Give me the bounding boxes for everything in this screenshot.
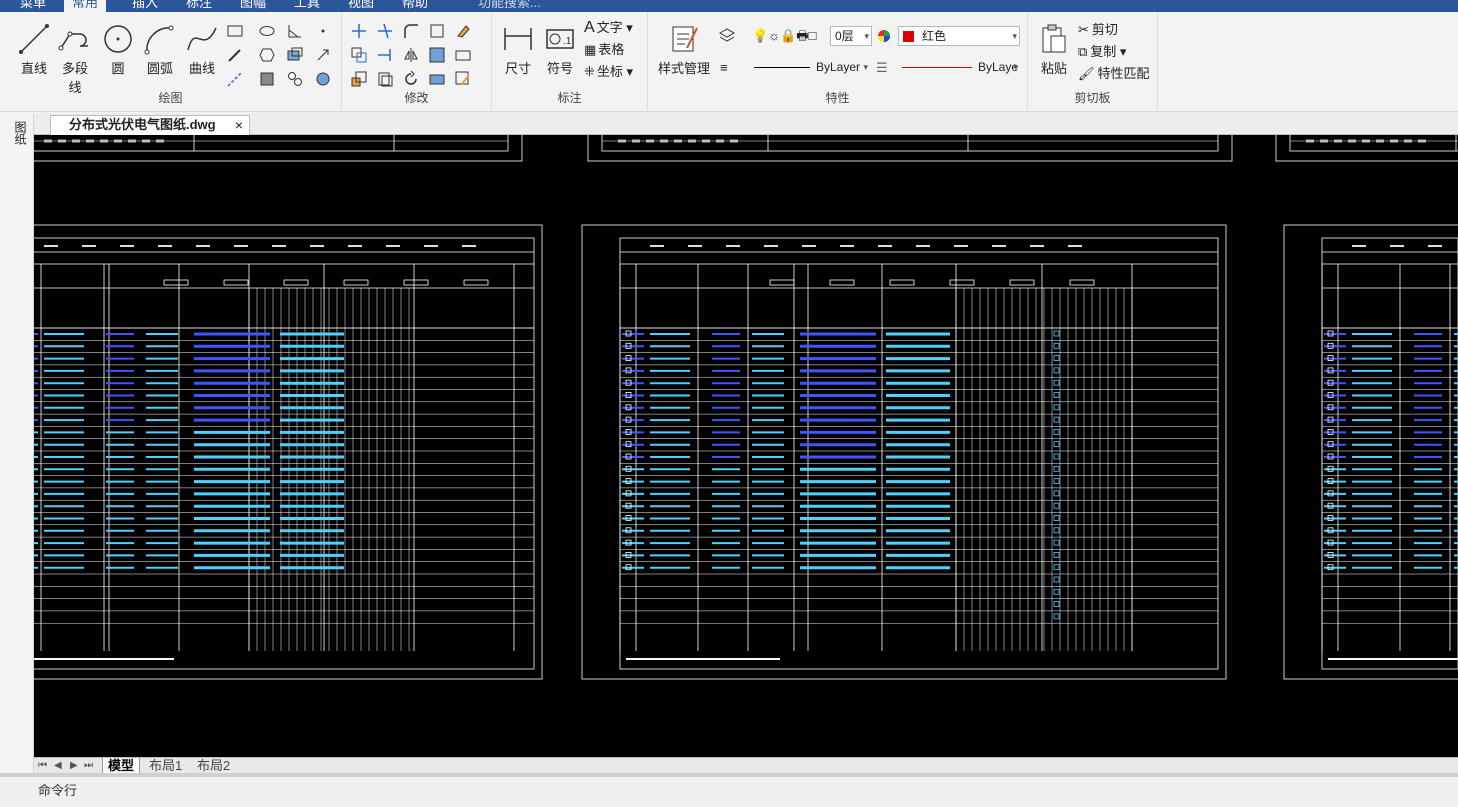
paste-button[interactable]: 粘贴 xyxy=(1034,20,1074,84)
linetype-icon: ≡ xyxy=(720,60,728,75)
last-tab-icon[interactable]: ⏭ xyxy=(84,758,93,774)
feature-search[interactable]: 功能搜索... xyxy=(470,0,549,12)
modify-group: 修改 xyxy=(342,12,492,110)
angle-icon[interactable] xyxy=(286,22,304,40)
offset-icon[interactable] xyxy=(376,70,394,88)
lineweight-select[interactable]: ByLaye ▾ xyxy=(898,58,1020,78)
layer-state-icons[interactable]: 💡☼🔒🖶□ xyxy=(752,26,816,46)
cut-button[interactable]: ✂ 剪切 xyxy=(1078,20,1118,40)
break-icon[interactable] xyxy=(428,70,446,88)
circle-button[interactable]: 圆 xyxy=(98,20,138,84)
drawing-canvas[interactable] xyxy=(34,135,1458,757)
layout-tab-bar: ⏮ ◀ ▶ ⏭ 模型 布局1 布局2 xyxy=(34,757,1458,774)
ellipse-icon[interactable] xyxy=(258,22,276,40)
region-icon[interactable] xyxy=(286,46,304,64)
color-wheel-icon[interactable] xyxy=(875,27,893,45)
menu-insert[interactable]: 插入 xyxy=(124,0,166,12)
left-toolbar: 图纸 xyxy=(0,113,34,773)
menu-annotate[interactable]: 标注 xyxy=(178,0,220,12)
document-tab-bar: 分布式光伏电气图纸.dwg × xyxy=(34,113,1458,135)
first-tab-icon[interactable]: ⏮ xyxy=(38,758,47,774)
point-icon[interactable] xyxy=(314,22,332,40)
dimension-icon xyxy=(504,28,532,50)
scale-icon[interactable] xyxy=(350,70,368,88)
dimension-button[interactable]: 尺寸 xyxy=(498,20,538,84)
menu-help[interactable]: 帮助 xyxy=(394,0,436,12)
menu-view[interactable]: 视图 xyxy=(340,0,382,12)
arc-icon xyxy=(144,25,174,55)
style-manager-button[interactable]: 样式管理 xyxy=(654,20,714,84)
ribbon: 直线 多段线 圆 圆弧 曲线 绘图 修改 尺寸 .1 符号 A 文字 ▾ ▦ 表… xyxy=(0,12,1458,112)
symbol-icon: .1 xyxy=(546,29,574,49)
rectangle-icon[interactable] xyxy=(226,22,244,40)
erase-icon[interactable] xyxy=(454,22,472,40)
rotate-icon[interactable] xyxy=(402,70,420,88)
mirror-icon[interactable] xyxy=(402,46,420,64)
polyline-button[interactable]: 多段线 xyxy=(56,20,94,95)
clipboard-group-label: 剪切板 xyxy=(1074,91,1111,105)
color-select[interactable]: 红色 ▾ xyxy=(898,26,1020,46)
draw-group-label: 绘图 xyxy=(158,91,183,105)
menu-bar: 菜单 常用 插入 标注 图幅 工具 视图 帮助 功能搜索... xyxy=(0,0,1458,12)
copy-object-icon[interactable] xyxy=(350,46,368,64)
block-icon[interactable] xyxy=(286,70,304,88)
tab-model[interactable]: 模型 xyxy=(102,758,141,774)
menu-common[interactable]: 常用 xyxy=(64,0,107,12)
document-tab[interactable]: 分布式光伏电气图纸.dwg × xyxy=(50,115,250,135)
annotate-group-label: 标注 xyxy=(557,91,582,105)
layer-manager-icon[interactable] xyxy=(718,26,736,44)
menu-tools[interactable]: 工具 xyxy=(286,0,328,12)
symbol-button[interactable]: .1 符号 xyxy=(540,20,580,84)
style-manager-icon xyxy=(672,26,698,52)
fillet-icon[interactable] xyxy=(402,22,420,40)
paste-icon xyxy=(1042,24,1066,53)
line-button[interactable]: 直线 xyxy=(14,20,54,84)
draw-group: 直线 多段线 圆 圆弧 曲线 绘图 xyxy=(0,12,342,110)
curve-button[interactable]: 曲线 xyxy=(182,20,222,84)
tab-layout2[interactable]: 布局2 xyxy=(192,758,235,774)
next-tab-icon[interactable]: ▶ xyxy=(70,758,78,774)
modify-group-label: 修改 xyxy=(404,91,429,105)
lineweight-icon: ☰ xyxy=(876,60,888,75)
svg-text:.1: .1 xyxy=(563,36,572,47)
gradient-icon[interactable] xyxy=(314,70,332,88)
polyline-icon xyxy=(58,31,88,51)
pencil-icon[interactable] xyxy=(226,46,244,64)
clipboard-group: 粘贴 ✂ 剪切 ⧉ 复制 ▾ 🖌 特性匹配 剪切板 xyxy=(1028,12,1158,110)
trim-icon[interactable] xyxy=(376,22,394,40)
menu-sheet[interactable]: 图幅 xyxy=(232,0,274,12)
layer-select[interactable]: 0层 ▾ xyxy=(830,26,872,46)
curve-icon xyxy=(187,27,217,51)
copy-button[interactable]: ⧉ 复制 ▾ xyxy=(1078,42,1126,62)
text-button[interactable]: A 文字 ▾ xyxy=(584,18,633,38)
linetype-select[interactable]: ByLayer ▾ xyxy=(750,58,870,78)
annotate-group: 尺寸 .1 符号 A 文字 ▾ ▦ 表格 ⁜ 坐标 ▾ 标注 xyxy=(492,12,648,110)
match-properties-button[interactable]: 🖌 特性匹配 xyxy=(1078,64,1150,84)
sheet-panel-label[interactable]: 图纸 xyxy=(12,121,27,145)
explode-icon[interactable] xyxy=(428,22,446,40)
properties-group-label: 特性 xyxy=(825,91,850,105)
tab-layout1[interactable]: 布局1 xyxy=(144,758,187,774)
move-icon[interactable] xyxy=(350,22,368,40)
line-icon xyxy=(19,24,49,54)
cad-drawing[interactable] xyxy=(34,135,1458,757)
arc-button[interactable]: 圆弧 xyxy=(140,20,180,84)
edit-icon[interactable] xyxy=(454,70,472,88)
coordinate-button[interactable]: ⁜ 坐标 ▾ xyxy=(584,62,633,82)
arrow-draw-icon[interactable] xyxy=(314,46,332,64)
properties-group: 样式管理 💡☼🔒🖶□ 0层 ▾ 红色 ▾ ≡ ByLayer ▾ ☰ ByLaye ▾ … xyxy=(648,12,1028,110)
command-line[interactable]: 命令行 xyxy=(0,777,1458,807)
close-icon[interactable]: × xyxy=(235,116,243,134)
prev-tab-icon[interactable]: ◀ xyxy=(54,758,62,774)
menu-main[interactable]: 菜单 xyxy=(12,0,54,12)
xline-icon[interactable] xyxy=(226,70,244,88)
table-button[interactable]: ▦ 表格 xyxy=(584,40,624,60)
circle-icon xyxy=(104,25,132,53)
polygon-icon[interactable] xyxy=(258,46,276,64)
stretch-icon[interactable] xyxy=(454,46,472,64)
hatch-icon[interactable] xyxy=(258,70,276,88)
extend-icon[interactable] xyxy=(376,46,394,64)
array-icon[interactable] xyxy=(428,46,446,64)
